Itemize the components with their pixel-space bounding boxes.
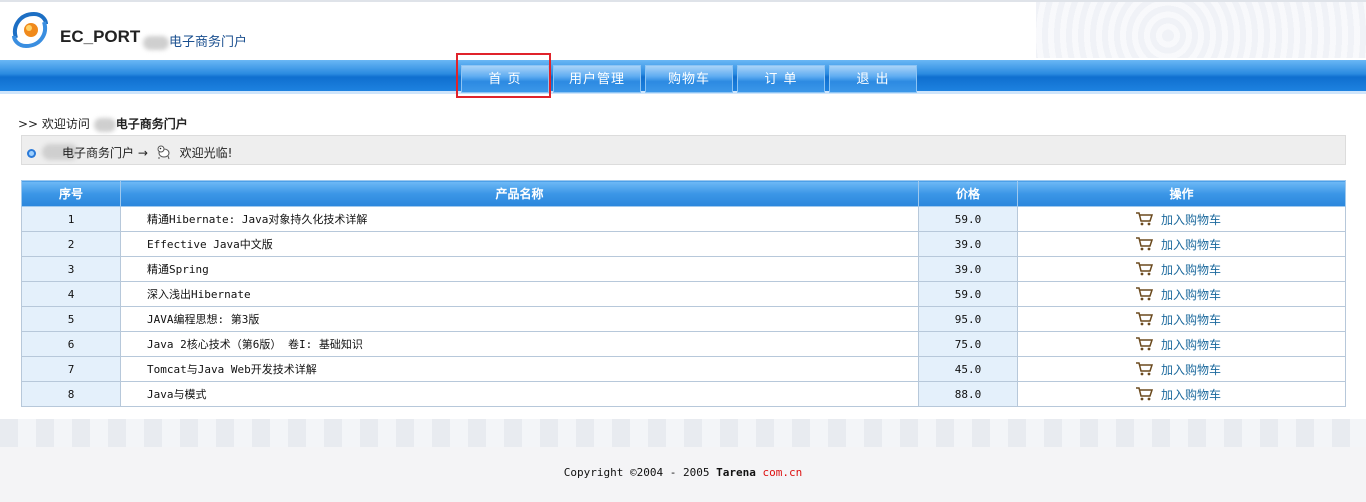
shopping-cart-icon[interactable]: [1135, 287, 1153, 301]
add-to-cart-link[interactable]: 加入购物车: [1161, 213, 1221, 227]
welcome-dog-icon: [157, 145, 170, 160]
row-index: 1: [21, 206, 121, 232]
row-product-name: 深入浅出Hibernate: [120, 281, 919, 307]
shopping-cart-icon[interactable]: [1135, 312, 1153, 326]
row-product-name: JAVA编程思想: 第3版: [120, 306, 919, 332]
table-row: 2 Effective Java中文版 39.0 加入购物车: [21, 231, 1346, 257]
row-price: 45.0: [918, 356, 1018, 382]
row-index: 3: [21, 256, 121, 282]
row-action: 加入购物车: [1017, 381, 1346, 407]
row-index: 8: [21, 381, 121, 407]
row-action: 加入购物车: [1017, 306, 1346, 332]
shopping-cart-icon[interactable]: [1135, 387, 1153, 401]
row-action: 加入购物车: [1017, 356, 1346, 382]
row-action: 加入购物车: [1017, 281, 1346, 307]
breadcrumb-portal: 电子商务门户: [62, 146, 135, 160]
col-header-action: 操作: [1017, 180, 1346, 207]
row-index: 5: [21, 306, 121, 332]
header-decoration: [1036, 2, 1366, 58]
nav-logout-button[interactable]: 退 出: [829, 65, 917, 93]
row-product-name: Tomcat与Java Web开发技术详解: [120, 356, 919, 382]
row-action: 加入购物车: [1017, 206, 1346, 232]
row-price: 59.0: [918, 281, 1018, 307]
row-price: 95.0: [918, 306, 1018, 332]
add-to-cart-link[interactable]: 加入购物车: [1161, 388, 1221, 402]
shopping-cart-icon[interactable]: [1135, 237, 1153, 251]
row-index: 2: [21, 231, 121, 257]
shopping-cart-icon[interactable]: [1135, 262, 1153, 276]
row-price: 88.0: [918, 381, 1018, 407]
welcome-site: 电子商务门户: [115, 117, 188, 131]
row-price: 39.0: [918, 231, 1018, 257]
header: EC_PORT 达电子商务门户: [0, 0, 1366, 60]
row-action: 加入购物车: [1017, 256, 1346, 282]
brand-name: EC_PORT: [60, 27, 141, 46]
table-row: 7 Tomcat与Java Web开发技术详解 45.0 加入购物车: [21, 356, 1346, 382]
copyright-text: Copyright ©2004 - 2005: [563, 466, 710, 479]
add-to-cart-link[interactable]: 加入购物车: [1161, 238, 1221, 252]
shopping-cart-icon[interactable]: [1135, 337, 1153, 351]
add-to-cart-link[interactable]: 加入购物车: [1161, 363, 1221, 377]
breadcrumb: 电子商务门户 → 欢迎光临!: [21, 135, 1346, 165]
table-header-row: 序号 产品名称 价格 操作: [21, 180, 1346, 207]
welcome-prefix: >> 欢迎访问: [18, 117, 90, 131]
copyright-domain: com.cn: [762, 466, 803, 479]
footer-decoration: [0, 419, 1366, 447]
portal-title: 达电子商务门户: [143, 31, 247, 50]
copyright: Copyright ©2004 - 2005 Tarena com.cn: [0, 466, 1366, 479]
redacted-text: [93, 117, 116, 132]
table-row: 5 JAVA编程思想: 第3版 95.0 加入购物车: [21, 306, 1346, 332]
breadcrumb-arrow: →: [137, 146, 148, 160]
nav-orders-button[interactable]: 订 单: [737, 65, 825, 93]
add-to-cart-link[interactable]: 加入购物车: [1161, 288, 1221, 302]
nav-home-highlight: [456, 53, 551, 98]
add-to-cart-link[interactable]: 加入购物车: [1161, 313, 1221, 327]
table-row: 4 深入浅出Hibernate 59.0 加入购物车: [21, 281, 1346, 307]
row-product-name: Java与模式: [120, 381, 919, 407]
shopping-cart-icon[interactable]: [1135, 362, 1153, 376]
table-row: 6 Java 2核心技术（第6版） 卷I: 基础知识 75.0 加入购物车: [21, 331, 1346, 357]
redacted-text: 达: [143, 35, 169, 50]
row-price: 75.0: [918, 331, 1018, 357]
bullet-icon: [27, 149, 36, 158]
row-action: 加入购物车: [1017, 231, 1346, 257]
breadcrumb-greeting: 欢迎光临!: [179, 146, 233, 160]
breadcrumb-text: 电子商务门户 → 欢迎光临!: [40, 144, 232, 161]
row-product-name: 精通Spring: [120, 256, 919, 282]
col-header-price: 价格: [918, 180, 1018, 207]
nav-user-management-button[interactable]: 用户管理: [553, 65, 641, 93]
ec-port-logo-icon: [12, 11, 48, 49]
row-price: 39.0: [918, 256, 1018, 282]
nav-cart-button[interactable]: 购物车: [645, 65, 733, 93]
col-header-name: 产品名称: [120, 180, 919, 207]
copyright-company: Tarena: [716, 466, 756, 479]
row-index: 7: [21, 356, 121, 382]
table-row: 8 Java与模式 88.0 加入购物车: [21, 381, 1346, 407]
portal-title-text: 电子商务门户: [169, 35, 248, 50]
row-product-name: Effective Java中文版: [120, 231, 919, 257]
row-index: 6: [21, 331, 121, 357]
add-to-cart-link[interactable]: 加入购物车: [1161, 338, 1221, 352]
shopping-cart-icon[interactable]: [1135, 212, 1153, 226]
row-product-name: 精通Hibernate: Java对象持久化技术详解: [120, 206, 919, 232]
row-product-name: Java 2核心技术（第6版） 卷I: 基础知识: [120, 331, 919, 357]
row-index: 4: [21, 281, 121, 307]
row-action: 加入购物车: [1017, 331, 1346, 357]
welcome-line: >> 欢迎访问 电子商务门户: [18, 115, 188, 132]
col-header-index: 序号: [21, 180, 121, 207]
table-row: 3 精通Spring 39.0 加入购物车: [21, 256, 1346, 282]
table-row: 1 精通Hibernate: Java对象持久化技术详解 59.0 加入购物车: [21, 206, 1346, 232]
row-price: 59.0: [918, 206, 1018, 232]
product-table: 序号 产品名称 价格 操作 1 精通Hibernate: Java对象持久化技术详…: [21, 180, 1346, 407]
add-to-cart-link[interactable]: 加入购物车: [1161, 263, 1221, 277]
